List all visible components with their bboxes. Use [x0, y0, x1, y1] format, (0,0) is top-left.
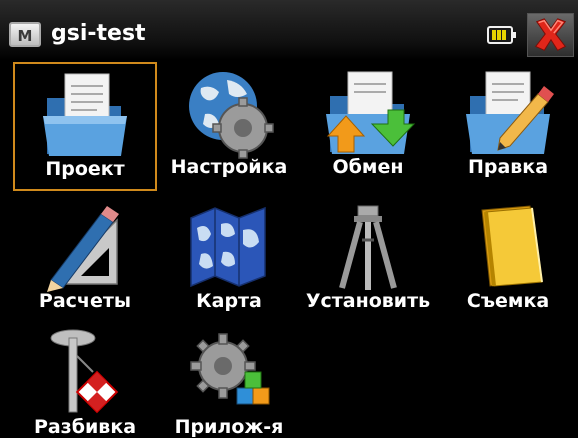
- app-menu-icon[interactable]: M: [9, 22, 41, 47]
- tile-map[interactable]: Карта: [157, 196, 301, 325]
- calculations-pencil-ruler-icon: [47, 206, 119, 292]
- app-title: gsi-test: [51, 21, 146, 46]
- tile-calculations[interactable]: Расчеты: [13, 196, 157, 325]
- map-icon: [190, 206, 266, 288]
- project-folder-icon: [43, 73, 127, 156]
- apps-gear-blocks-icon: [190, 333, 270, 405]
- tile-exchange[interactable]: Обмен: [296, 62, 440, 191]
- tile-label: Разбивка: [33, 416, 137, 438]
- edit-folder-pencil-icon: [466, 71, 554, 154]
- main-menu-screen: M gsi-test Проект Настройка Обмен Правка…: [0, 0, 578, 438]
- tile-label: Прилож-я: [174, 416, 284, 438]
- tile-stakeout[interactable]: Разбивка: [13, 322, 157, 438]
- tile-label: Правка: [467, 156, 549, 178]
- tile-survey[interactable]: Съемка: [436, 196, 578, 325]
- close-button[interactable]: [527, 13, 574, 57]
- tile-applications[interactable]: Прилож-я: [157, 322, 301, 438]
- stakeout-pin-icon: [50, 329, 119, 414]
- survey-notebook-icon: [481, 205, 543, 287]
- exchange-folder-arrows-icon: [326, 71, 416, 154]
- tile-edit[interactable]: Правка: [436, 62, 578, 191]
- tile-label: Расчеты: [38, 290, 132, 312]
- tripod-icon: [339, 205, 397, 290]
- close-icon: [534, 18, 567, 51]
- settings-globe-gear-icon: [189, 72, 274, 159]
- battery-icon: [487, 26, 516, 44]
- tile-project[interactable]: Проект: [13, 62, 157, 191]
- title-bar: M gsi-test: [0, 0, 578, 60]
- tile-label: Проект: [45, 158, 125, 180]
- tile-settings[interactable]: Настройка: [157, 62, 301, 191]
- tile-label: Съемка: [466, 290, 550, 312]
- tile-setup[interactable]: Установить: [296, 196, 440, 325]
